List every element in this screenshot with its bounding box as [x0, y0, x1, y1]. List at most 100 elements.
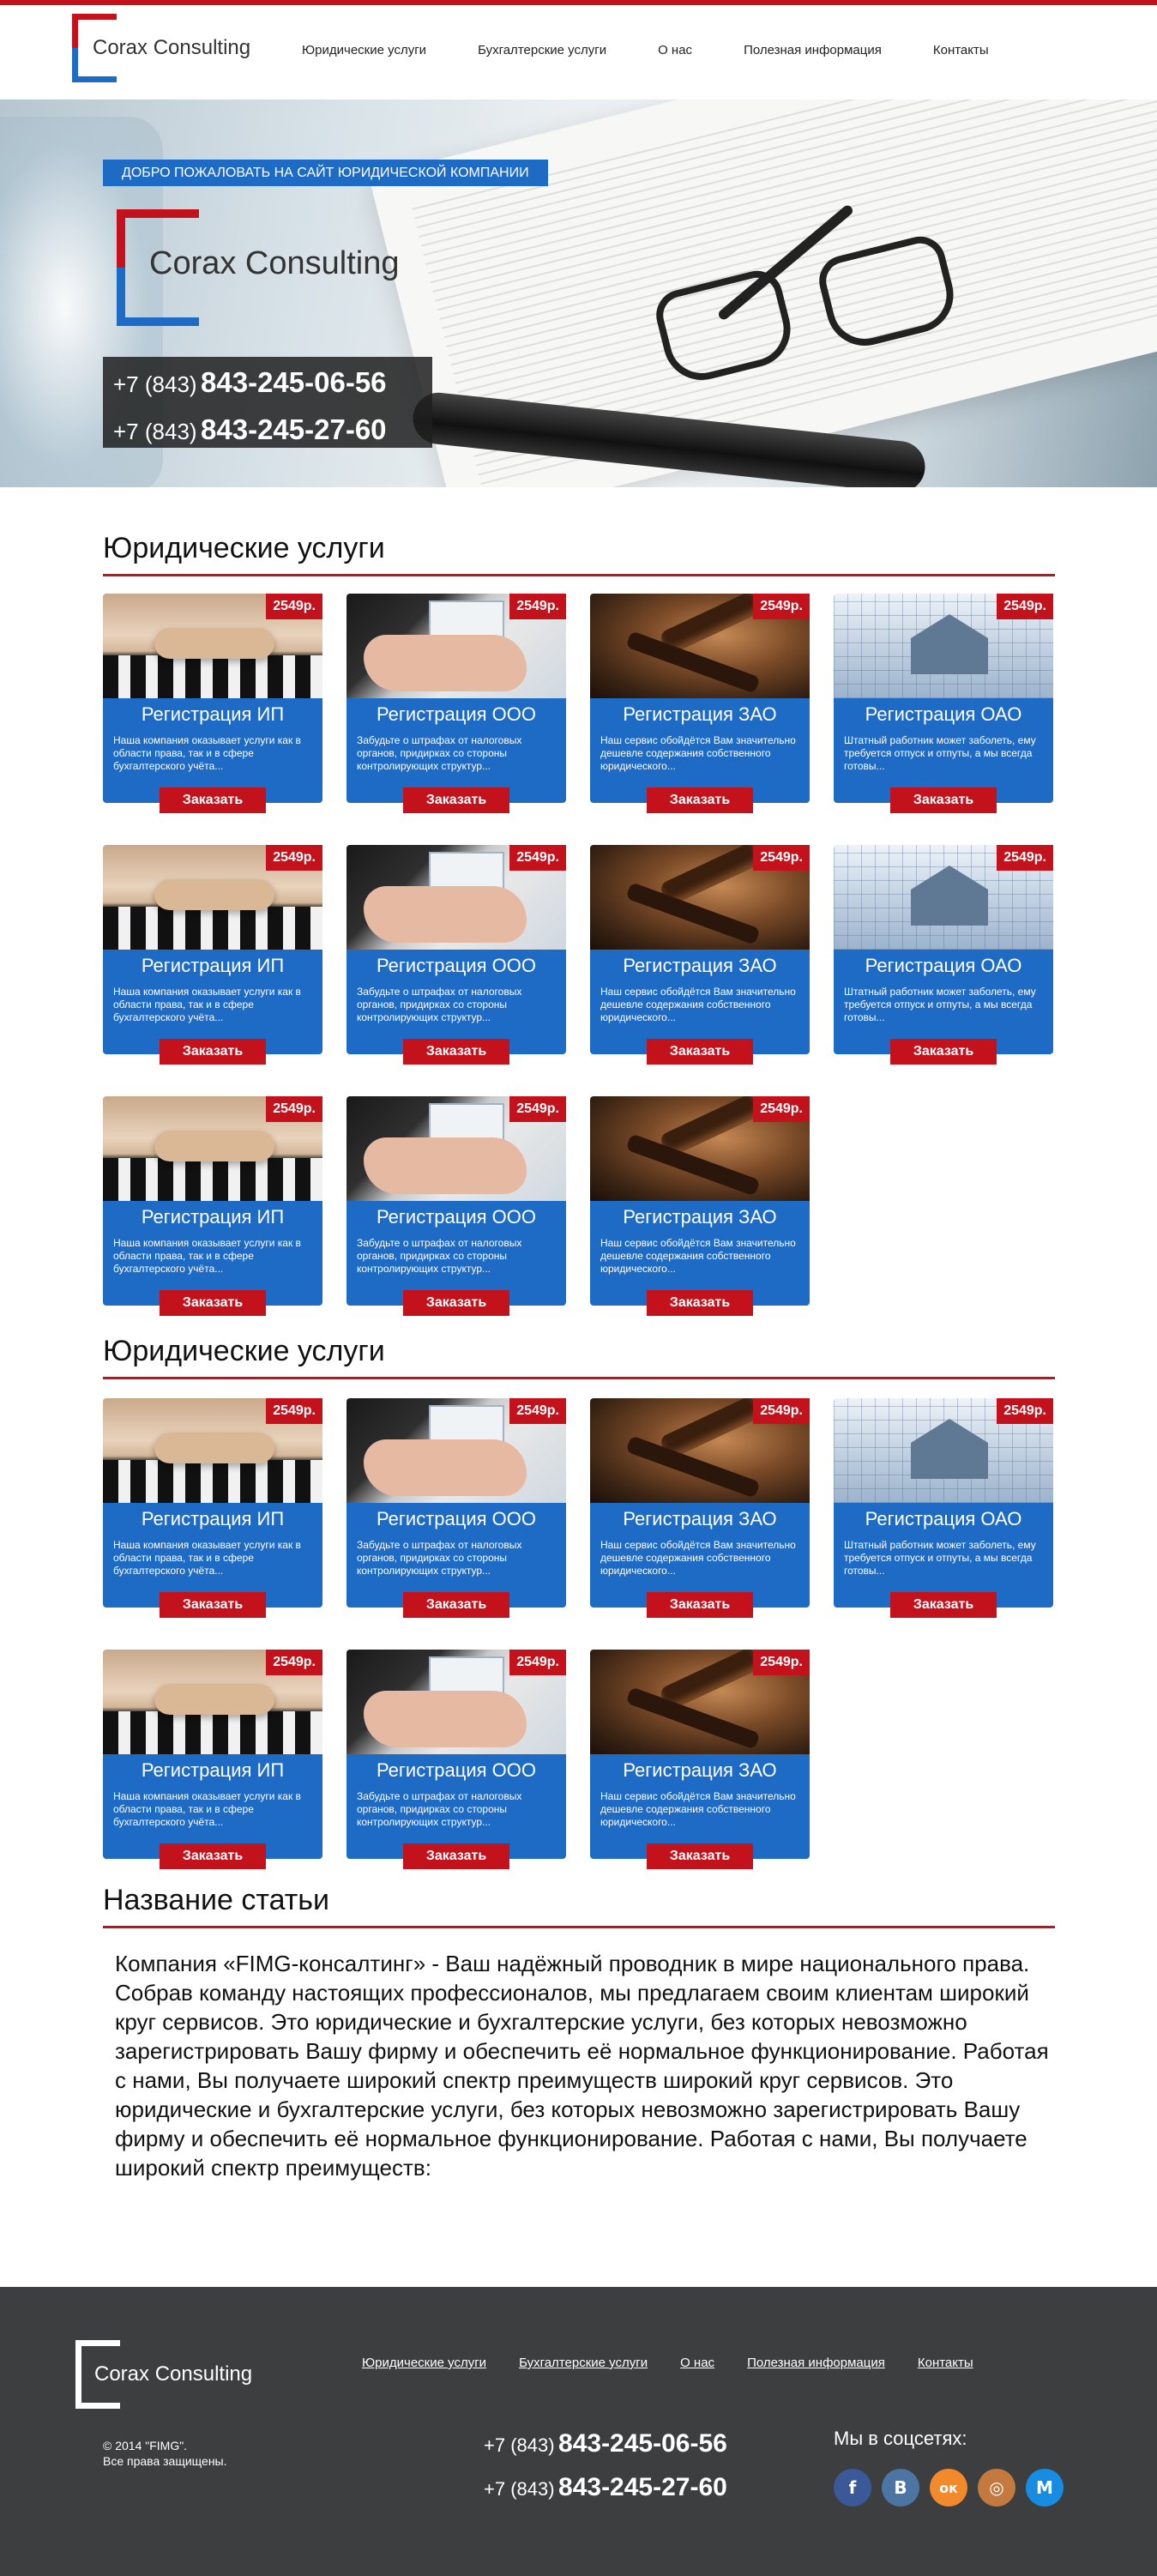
social-block: Мы в соцсетях: f В ок ◎ M: [834, 2428, 1074, 2507]
order-button[interactable]: Заказать: [403, 787, 509, 813]
order-button[interactable]: Заказать: [160, 787, 266, 813]
copyright: © 2014 "FIMG". Все права защищены.: [103, 2438, 227, 2469]
price-badge: 2549р.: [266, 1398, 322, 1424]
price-badge: 2549р.: [266, 1650, 322, 1675]
card-title[interactable]: Регистрация ЗАО: [590, 1206, 810, 1228]
card-description: Забудьте о штрафах от налоговых органов,…: [357, 986, 522, 1023]
service-card-ip: 2549р. Регистрация ИП Наша компания оказы…: [103, 845, 322, 1065]
card-description: Наш сервис обойдётся Вам значительно деш…: [600, 734, 796, 772]
order-button[interactable]: Заказать: [160, 1592, 266, 1618]
card-title[interactable]: Регистрация ИП: [103, 1759, 322, 1782]
card-description: Забудьте о штрафах от налоговых органов,…: [357, 1237, 522, 1275]
order-button[interactable]: Заказать: [160, 1290, 266, 1316]
price-badge: 2549р.: [266, 845, 322, 871]
service-card-zao: 2549р. Регистрация ЗАО Наш сервис обойдёт…: [590, 1398, 810, 1618]
card-title[interactable]: Регистрация ЗАО: [590, 703, 810, 726]
copyright-line: © 2014 "FIMG".: [103, 2439, 188, 2452]
card-title[interactable]: Регистрация ООО: [346, 955, 566, 977]
footer-nav-contacts[interactable]: Контакты: [918, 2356, 973, 2370]
price-badge: 2549р.: [753, 594, 810, 619]
footer-nav-about[interactable]: О нас: [680, 2356, 714, 2370]
footer-nav: Юридические услуги Бухгалтерские услуги …: [362, 2356, 1006, 2370]
card-title[interactable]: Регистрация ООО: [346, 1759, 566, 1782]
vkontakte-icon[interactable]: В: [882, 2469, 919, 2507]
card-title[interactable]: Регистрация ООО: [346, 703, 566, 726]
footer-nav-accounting-services[interactable]: Бухгалтерские услуги: [519, 2356, 648, 2370]
logo-bracket-red: [72, 14, 78, 48]
site-header: Corax Consulting Юридические услуги Бухг…: [0, 5, 1157, 100]
nav-about[interactable]: О нас: [658, 43, 692, 57]
footer-nav-useful-info[interactable]: Полезная информация: [747, 2356, 885, 2370]
order-button[interactable]: Заказать: [160, 1843, 266, 1869]
odnoklassniki-icon[interactable]: ок: [930, 2469, 967, 2507]
price-badge: 2549р.: [509, 845, 566, 871]
footer-phone-1[interactable]: +7 (843) 843-245-06-56: [484, 2424, 727, 2468]
order-button[interactable]: Заказать: [647, 1843, 753, 1869]
price-badge: 2549р.: [509, 1398, 566, 1424]
service-card-ip: 2549р. Регистрация ИП Наша компания оказы…: [103, 1650, 322, 1869]
card-description: Забудьте о штрафах от налоговых органов,…: [357, 734, 522, 772]
card-title[interactable]: Регистрация ОАО: [834, 1508, 1053, 1530]
card-title[interactable]: Регистрация ООО: [346, 1508, 566, 1530]
hero-logo-text: Corax Consulting: [149, 245, 400, 281]
order-button[interactable]: Заказать: [647, 1290, 753, 1316]
services-grid-2: 2549р. Регистрация ИП Наша компания оказы…: [103, 1398, 1055, 1879]
order-button[interactable]: Заказать: [890, 787, 997, 813]
hero-eyeglasses-image: [650, 203, 995, 417]
phone-code: +7 (843): [484, 2434, 555, 2456]
welcome-banner: ДОБРО ПОЖАЛОВАТЬ НА САЙТ ЮРИДИЧЕСКОЙ КОМ…: [103, 160, 548, 186]
card-description: Штатный работник может заболеть, ему тре…: [844, 1539, 1036, 1577]
article-body: Компания «FIMG-консалтинг» - Ваш надёжны…: [115, 1951, 1049, 2181]
card-title[interactable]: Регистрация ОАО: [834, 703, 1053, 726]
footer-phone-2[interactable]: +7 (843) 843-245-27-60: [484, 2468, 727, 2512]
order-button[interactable]: Заказать: [647, 1592, 753, 1618]
nav-legal-services[interactable]: Юридические услуги: [302, 43, 426, 57]
order-button[interactable]: Заказать: [647, 1039, 753, 1065]
instagram-icon[interactable]: ◎: [978, 2469, 1015, 2507]
card-title[interactable]: Регистрация ЗАО: [590, 955, 810, 977]
phone-number: 843-245-27-60: [558, 2473, 727, 2501]
price-badge: 2549р.: [997, 594, 1053, 619]
page: Corax Consulting Юридические услуги Бухг…: [0, 0, 1157, 2576]
card-title[interactable]: Регистрация ИП: [103, 955, 322, 977]
hero-phones: +7 (843) 843-245-06-56 +7 (843) 843-245-…: [103, 357, 432, 448]
phone-number: 843-245-06-56: [558, 2429, 727, 2458]
footer-nav-legal-services[interactable]: Юридические услуги: [362, 2356, 486, 2370]
price-badge: 2549р.: [509, 594, 566, 619]
order-button[interactable]: Заказать: [890, 1592, 997, 1618]
price-badge: 2549р.: [266, 594, 322, 619]
footer-logo[interactable]: Corax Consulting: [75, 2340, 281, 2417]
logo-text: Corax Consulting: [93, 36, 251, 59]
card-title[interactable]: Регистрация ЗАО: [590, 1508, 810, 1530]
price-badge: 2549р.: [509, 1096, 566, 1122]
nav-contacts[interactable]: Контакты: [933, 43, 989, 57]
order-button[interactable]: Заказать: [160, 1039, 266, 1065]
hero-phone-2[interactable]: +7 (843) 843-245-27-60: [113, 409, 422, 456]
nav-useful-info[interactable]: Полезная информация: [744, 43, 882, 57]
order-button[interactable]: Заказать: [403, 1592, 509, 1618]
order-button[interactable]: Заказать: [403, 1290, 509, 1316]
card-title[interactable]: Регистрация ЗАО: [590, 1759, 810, 1782]
mailru-icon[interactable]: M: [1026, 2469, 1064, 2507]
order-button[interactable]: Заказать: [403, 1843, 509, 1869]
service-card-zao: 2549р. Регистрация ЗАО Наш сервис обойдёт…: [590, 1096, 810, 1316]
card-title[interactable]: Регистрация ООО: [346, 1206, 566, 1228]
hero-phone-1[interactable]: +7 (843) 843-245-06-56: [113, 362, 422, 409]
nav-accounting-services[interactable]: Бухгалтерские услуги: [478, 43, 606, 57]
site-logo[interactable]: Corax Consulting: [72, 14, 261, 86]
order-button[interactable]: Заказать: [403, 1039, 509, 1065]
site-footer: Corax Consulting Юридические услуги Бухг…: [0, 2287, 1157, 2576]
service-card-ooo: 2549р. Регистрация ООО Забудьте о штрафах…: [346, 1650, 566, 1869]
price-badge: 2549р.: [753, 845, 810, 871]
article-title: Название статьи: [103, 1884, 1055, 1928]
card-description: Наша компания оказывает услуги как в обл…: [113, 1237, 301, 1275]
card-title[interactable]: Регистрация ОАО: [834, 955, 1053, 977]
order-button[interactable]: Заказать: [647, 787, 753, 813]
card-title[interactable]: Регистрация ИП: [103, 1508, 322, 1530]
card-title[interactable]: Регистрация ИП: [103, 1206, 322, 1228]
facebook-icon[interactable]: f: [834, 2469, 871, 2507]
order-button[interactable]: Заказать: [890, 1039, 997, 1065]
phone-number: 843-245-27-60: [201, 413, 387, 445]
card-title[interactable]: Регистрация ИП: [103, 703, 322, 726]
social-label: Мы в соцсетях:: [834, 2428, 967, 2449]
